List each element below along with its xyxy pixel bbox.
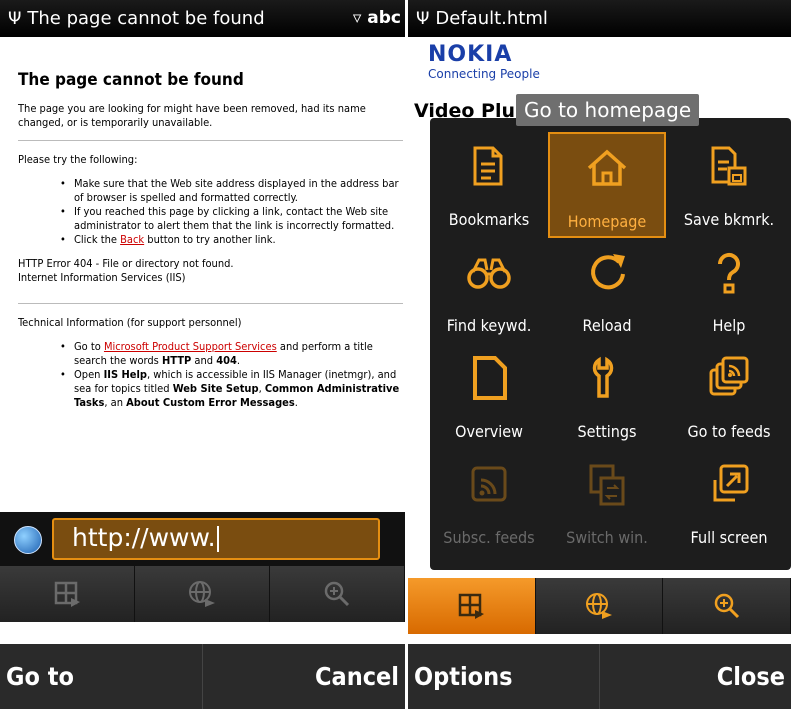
- list-item: Click the Back button to try another lin…: [60, 233, 405, 247]
- help-icon: [717, 252, 740, 294]
- input-indicator-icon: ▿: [352, 8, 362, 28]
- options-softkey[interactable]: Options: [408, 644, 599, 709]
- grid-menu-icon: [54, 581, 80, 607]
- input-mode-indicator: ▿ abc: [352, 8, 401, 28]
- reload-icon: [591, 254, 625, 290]
- tech-list: Go to Microsoft Product Support Services…: [60, 340, 405, 410]
- options-menu: Bookmarks Homepage Save bkmrk. Find keyw…: [430, 118, 791, 570]
- overview-icon: [473, 356, 507, 400]
- back-link[interactable]: Back: [120, 233, 144, 246]
- fullscreen-icon: [713, 464, 749, 502]
- goto-softkey[interactable]: Go to: [0, 644, 202, 709]
- feeds-icon: [709, 356, 749, 396]
- web-go-button[interactable]: [135, 566, 270, 622]
- tooltip: Go to homepage: [516, 94, 700, 126]
- toolbar: [408, 578, 791, 634]
- menu-item-bookmarks[interactable]: Bookmarks: [430, 132, 548, 238]
- page-title: The page cannot be found: [18, 70, 244, 90]
- settings-icon: [592, 356, 614, 398]
- divider: [18, 140, 403, 141]
- menu-item-help[interactable]: Help: [670, 238, 788, 344]
- menu-item-switch-window[interactable]: Switch win.: [548, 450, 666, 556]
- close-softkey[interactable]: Close: [599, 644, 791, 709]
- intro-text: The page you are looking for might have …: [18, 102, 366, 129]
- address-bar: http://www.: [0, 512, 405, 566]
- left-screen: Ψ The page cannot be found ▿ abc The pag…: [0, 0, 405, 709]
- error-code: HTTP Error 404 - File or directory not f…: [18, 257, 234, 284]
- switch-window-icon: [589, 464, 625, 506]
- menu-item-find-keyword[interactable]: Find keywd.: [430, 238, 548, 344]
- window-title: Default.html: [435, 8, 548, 29]
- url-input[interactable]: http://www.: [52, 518, 380, 560]
- home-icon: [587, 149, 627, 186]
- menu-item-homepage[interactable]: Homepage: [548, 132, 666, 238]
- zoom-button[interactable]: [270, 566, 405, 622]
- menu-item-settings[interactable]: Settings: [548, 344, 666, 450]
- binoculars-icon: [467, 258, 511, 289]
- softkey-bar: Go to Cancel: [0, 644, 405, 709]
- globe-arrow-icon: [189, 581, 215, 607]
- grid-menu-button[interactable]: [408, 578, 536, 634]
- globe-arrow-icon: [586, 593, 612, 619]
- tech-label: Technical Information (for support perso…: [18, 316, 242, 329]
- suggestion-list: Make sure that the Web site address disp…: [60, 177, 405, 247]
- status-bar: Ψ The page cannot be found ▿ abc: [0, 0, 405, 37]
- softkey-bar: Options Close: [408, 644, 791, 709]
- window-title: The page cannot be found: [27, 8, 265, 29]
- menu-item-overview[interactable]: Overview: [430, 344, 548, 450]
- grid-menu-icon: [459, 593, 485, 619]
- text-cursor: [216, 526, 219, 552]
- menu-item-reload[interactable]: Reload: [548, 238, 666, 344]
- status-bar: Ψ Default.html: [408, 0, 791, 37]
- list-item: If you reached this page by clicking a l…: [60, 205, 405, 233]
- error-page: The page cannot be found The page you ar…: [18, 40, 405, 420]
- zoom-in-icon: [324, 581, 350, 607]
- toolbar: [0, 566, 405, 622]
- save-bookmark-icon: [711, 146, 747, 186]
- list-item: Open IIS Help, which is accessible in II…: [60, 368, 405, 410]
- support-link[interactable]: Microsoft Product Support Services: [104, 340, 277, 353]
- menu-item-save-bookmark[interactable]: Save bkmrk.: [670, 132, 788, 238]
- divider: [18, 303, 403, 304]
- menu-item-go-to-feeds[interactable]: Go to feeds: [670, 344, 788, 450]
- menu-item-subscribe-feeds[interactable]: Subsc. feeds: [430, 450, 548, 556]
- zoom-in-icon: [714, 593, 739, 619]
- signal-icon: Ψ: [416, 8, 430, 29]
- grid-menu-button[interactable]: [0, 566, 135, 622]
- bookmarks-icon: [473, 146, 503, 186]
- globe-icon: [14, 526, 42, 554]
- zoom-button[interactable]: [663, 578, 791, 634]
- nokia-logo: NOKIA Connecting People: [428, 42, 540, 81]
- subscribe-feeds-icon: [471, 466, 507, 502]
- cancel-softkey[interactable]: Cancel: [202, 644, 405, 709]
- list-item: Go to Microsoft Product Support Services…: [60, 340, 405, 368]
- menu-item-full-screen[interactable]: Full screen: [670, 450, 788, 556]
- right-screen: Ψ Default.html NOKIA Connecting People V…: [408, 0, 791, 709]
- web-go-button[interactable]: [536, 578, 664, 634]
- try-label: Please try the following:: [18, 153, 138, 166]
- signal-icon: Ψ: [8, 8, 22, 29]
- list-item: Make sure that the Web site address disp…: [60, 177, 405, 205]
